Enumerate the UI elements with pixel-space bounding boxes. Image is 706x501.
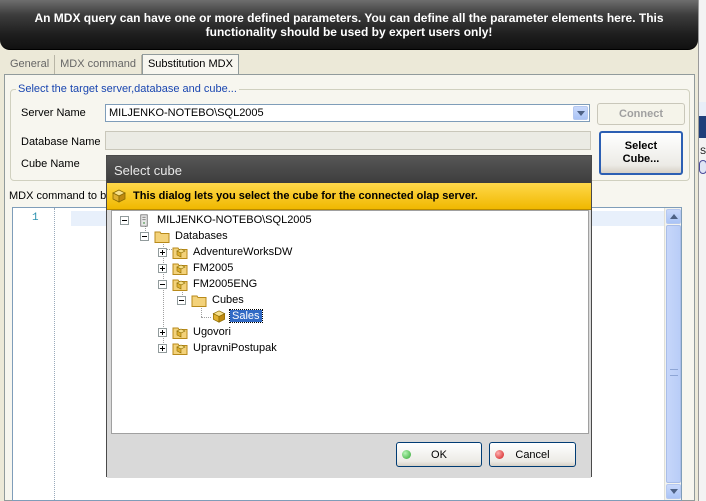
database-label: FM2005ENG (193, 278, 258, 290)
collapse-icon[interactable] (177, 296, 186, 305)
server-name-label: Server Name (21, 107, 86, 119)
database-label: UpravniPostupak (193, 342, 277, 354)
editor-vertical-scrollbar[interactable] (664, 208, 681, 500)
dialog-info-bar: This dialog lets you select the cube for… (107, 183, 591, 210)
collapse-icon[interactable] (158, 280, 167, 289)
tree-line (201, 317, 211, 318)
scroll-up-icon[interactable] (666, 209, 681, 224)
select-cube-label-line2: Cube... (622, 153, 660, 165)
grip-icon (670, 369, 678, 376)
banner-line-1: An MDX query can have one or more define… (34, 11, 664, 25)
banner-text: An MDX query can have one or more define… (12, 11, 686, 39)
database-label: Ugovori (193, 326, 231, 338)
tree-node-database[interactable]: AdventureWorksDW (172, 244, 294, 260)
database-label: FM2005 (193, 262, 234, 274)
database-folder-icon (172, 279, 188, 291)
line-number-gutter: 1 (13, 208, 55, 500)
strip-dark-band (699, 116, 706, 138)
expand-icon[interactable] (158, 248, 167, 257)
banner-line-2: functionality should be used by expert u… (205, 25, 493, 39)
scroll-down-icon[interactable] (666, 484, 681, 499)
cube-label-selected: Sales (229, 309, 263, 323)
cubes-folder-label: Cubes (212, 294, 244, 306)
tree-node-databases[interactable]: Databases (154, 228, 230, 244)
target-group-title: Select the target server,database and cu… (16, 83, 239, 95)
strip-band (699, 102, 706, 116)
dialog-info-text: This dialog lets you select the cube for… (133, 190, 478, 202)
tree-node-cube[interactable]: Sales (211, 308, 263, 324)
select-cube-label-line1: Select (624, 140, 658, 152)
application-window: An MDX query can have one or more define… (0, 0, 706, 501)
database-folder-icon (172, 247, 188, 259)
cancel-button-label: Cancel (515, 449, 550, 461)
databases-folder-label: Databases (175, 230, 228, 242)
mdx-command-label: MDX command to be (9, 190, 113, 202)
folder-icon (191, 295, 207, 307)
tab-general[interactable]: General (5, 55, 56, 74)
tree-node-cubes[interactable]: Cubes (191, 292, 246, 308)
expand-icon[interactable] (158, 328, 167, 337)
tree-node-database[interactable]: UpravniPostupak (172, 340, 279, 356)
expand-icon[interactable] (158, 344, 167, 353)
strip-letter: S (700, 146, 706, 156)
strip-radio-icon (699, 160, 706, 174)
tree-node-database[interactable]: FM2005ENG (172, 276, 259, 292)
database-name-field[interactable] (105, 131, 591, 150)
ok-button[interactable]: OK (396, 442, 482, 467)
tree-node-server[interactable]: MILJENKO-NOTEBO\SQL2005 (136, 212, 314, 228)
select-cube-button[interactable]: Select Cube... (599, 131, 683, 175)
cube-icon (112, 189, 126, 203)
background-window-strip: S (698, 0, 706, 501)
ok-button-label: OK (431, 449, 447, 461)
header-banner: An MDX query can have one or more define… (0, 0, 698, 50)
expand-icon[interactable] (158, 264, 167, 273)
server-name-combo[interactable]: MILJENKO-NOTEBO\SQL2005 (105, 104, 590, 122)
collapse-icon[interactable] (120, 216, 129, 225)
tab-mdx-command[interactable]: MDX command (55, 55, 142, 74)
cube-name-label: Cube Name (21, 158, 80, 170)
cube-tree[interactable]: MILJENKO-NOTEBO\SQL2005 Databases Advent… (111, 210, 589, 434)
line-number: 1 (32, 212, 39, 224)
database-folder-icon (172, 327, 188, 339)
database-folder-icon (172, 343, 188, 355)
cancel-button[interactable]: Cancel (489, 442, 576, 467)
folder-icon (154, 231, 170, 243)
tree-node-database[interactable]: Ugovori (172, 324, 233, 340)
tab-strip: General MDX command Substitution MDX (5, 54, 239, 74)
collapse-icon[interactable] (140, 232, 149, 241)
scroll-thumb[interactable] (666, 225, 681, 483)
tree-node-database[interactable]: FM2005 (172, 260, 235, 276)
dialog-title[interactable]: Select cube (107, 156, 591, 183)
server-icon (140, 213, 148, 227)
server-name-value: MILJENKO-NOTEBO\SQL2005 (109, 107, 264, 119)
select-cube-dialog: Select cube This dialog lets you select … (106, 155, 592, 478)
connect-button[interactable]: Connect (597, 103, 685, 125)
server-node-label: MILJENKO-NOTEBO\SQL2005 (157, 214, 312, 226)
cube-icon (212, 309, 226, 323)
database-name-label: Database Name (21, 136, 101, 148)
chevron-down-icon[interactable] (573, 106, 588, 120)
tab-substitution-mdx[interactable]: Substitution MDX (141, 54, 239, 74)
database-label: AdventureWorksDW (193, 246, 293, 258)
database-folder-icon (172, 263, 188, 275)
